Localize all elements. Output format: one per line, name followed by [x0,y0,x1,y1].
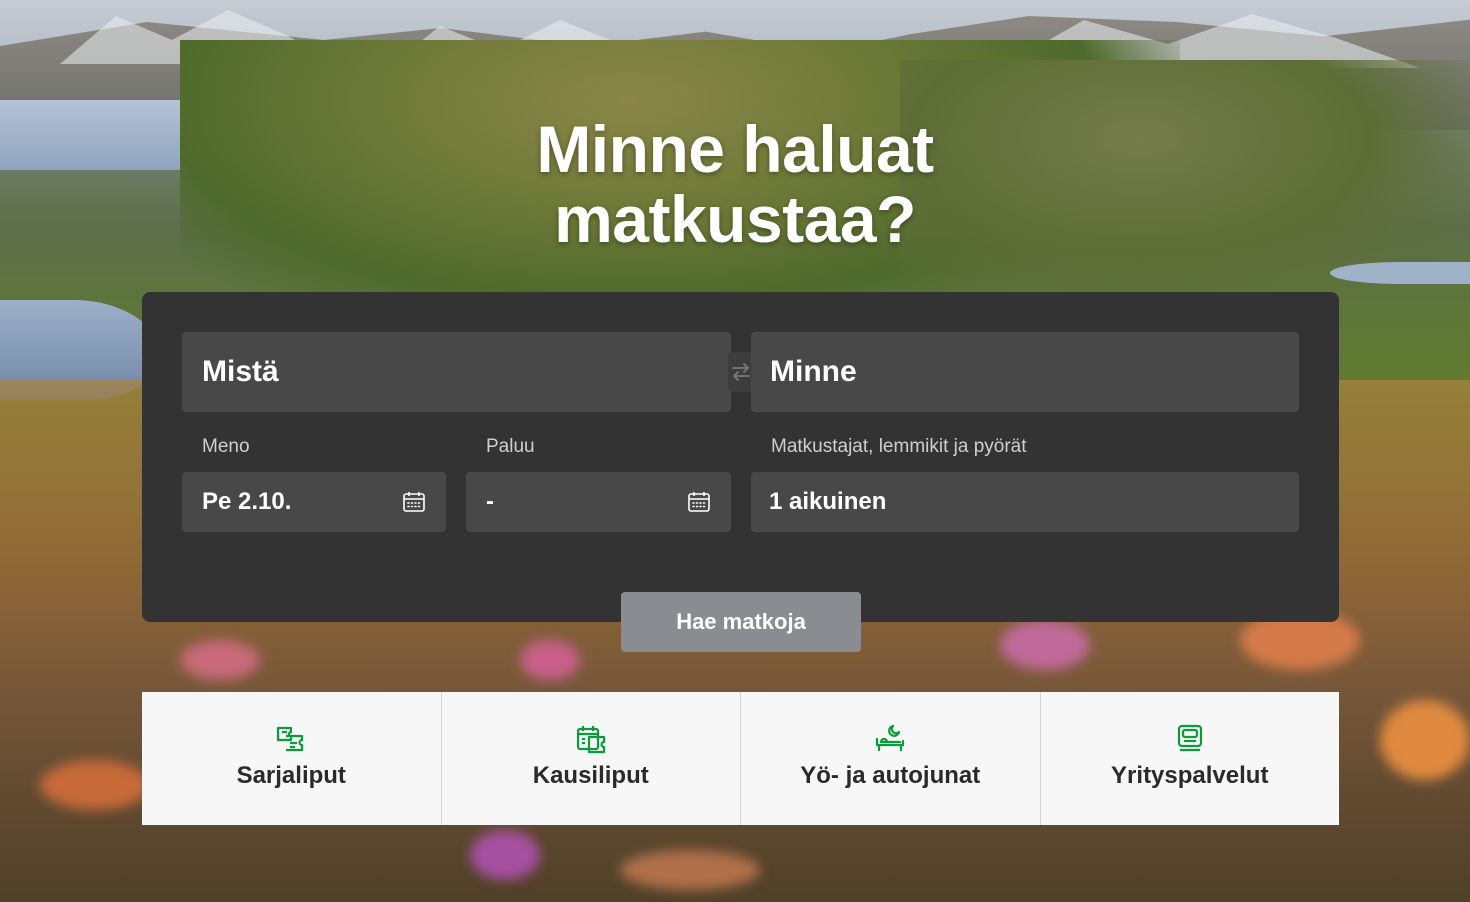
quick-links: Sarjaliput Kausiliput Yö- ja autojunat Y… [142,692,1339,825]
from-station-input[interactable]: Mistä [182,332,731,412]
return-date-value: - [486,488,494,515]
quick-link-yojunat[interactable]: Yö- ja autojunat [741,692,1041,825]
departure-date-value: Pe 2.10. [202,488,292,515]
page-title: Minne haluat matkustaa? [0,114,1470,254]
calendar-icon[interactable] [687,490,711,514]
calendar-icon[interactable] [402,490,426,514]
page-title-line1: Minne haluat [536,112,934,187]
quick-link-sarjaliput[interactable]: Sarjaliput [142,692,442,825]
business-icon [1173,722,1207,756]
quick-link-label: Yrityspalvelut [1111,762,1269,789]
swap-arrows-icon [732,363,750,381]
quick-link-label: Sarjaliput [236,762,346,789]
return-date-field[interactable]: - [466,472,731,532]
multi-ticket-icon [274,722,308,756]
quick-link-label: Kausiliput [532,762,649,789]
to-station-placeholder: Minne [770,355,857,388]
to-station-input[interactable]: Minne [751,332,1299,412]
return-label: Paluu [486,436,535,457]
passengers-label: Matkustajat, lemmikit ja pyörät [771,436,1027,457]
from-station-placeholder: Mistä [202,355,279,388]
page-title-line2: matkustaa? [554,182,916,257]
passengers-field[interactable]: 1 aikuinen [751,472,1299,532]
passengers-value: 1 aikuinen [769,488,887,515]
season-ticket-icon [574,722,608,756]
night-train-icon [873,722,907,756]
quick-link-yrityspalvelut[interactable]: Yrityspalvelut [1040,692,1339,825]
search-journeys-button[interactable]: Hae matkoja [621,592,861,652]
departure-label: Meno [202,436,250,457]
search-panel: Mistä Minne Meno Paluu Matkustajat, lemm… [142,292,1339,622]
departure-date-field[interactable]: Pe 2.10. [182,472,446,532]
quick-link-label: Yö- ja autojunat [800,762,981,789]
quick-link-kausiliput[interactable]: Kausiliput [441,692,741,825]
